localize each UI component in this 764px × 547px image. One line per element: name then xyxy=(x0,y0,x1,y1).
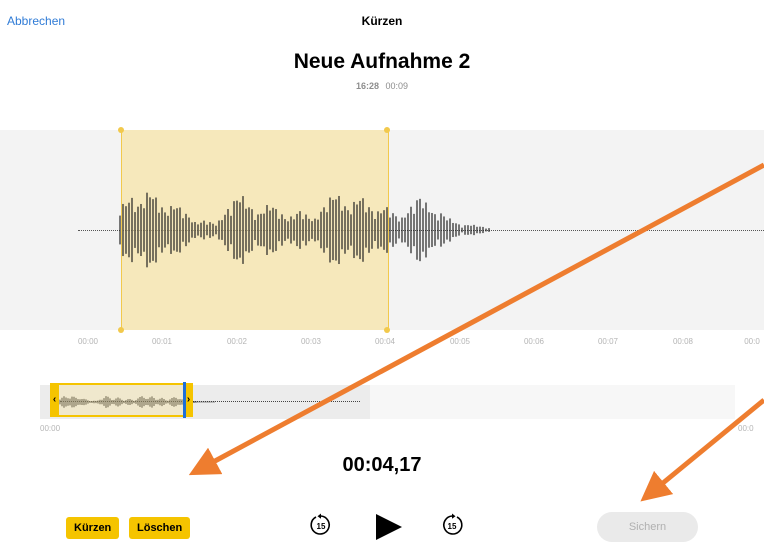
svg-text:15: 15 xyxy=(448,522,457,531)
overview-selection[interactable] xyxy=(50,383,190,417)
timeline-label: 00:03 xyxy=(300,337,322,346)
timeline-label: 00:07 xyxy=(597,337,619,346)
waveform xyxy=(119,192,490,268)
timeline-label: 00:04 xyxy=(374,337,396,346)
timeline-label: 00:00 xyxy=(77,337,99,346)
overview-start-handle[interactable]: ‹ xyxy=(50,383,59,417)
timeline-label: 00:01 xyxy=(151,337,173,346)
timeline-label: 00:0 xyxy=(744,337,760,346)
timeline-label: 00:02 xyxy=(226,337,248,346)
timeline-label: 00:08 xyxy=(672,337,694,346)
chevron-left-icon: ‹ xyxy=(52,394,57,405)
recording-duration: 00:09 xyxy=(385,81,409,91)
skip-forward-15-button[interactable]: 15 xyxy=(440,513,464,542)
overview-start-label: 00:00 xyxy=(40,424,61,433)
skip-back-15-button[interactable]: 15 xyxy=(309,513,333,542)
svg-text:15: 15 xyxy=(317,522,326,531)
play-button[interactable] xyxy=(372,512,404,547)
timeline-label: 00:06 xyxy=(523,337,545,346)
timeline: 00:00 00:01 00:02 00:03 00:04 00:05 00:0… xyxy=(0,337,764,349)
save-button[interactable]: Sichern xyxy=(597,512,698,542)
overview-end-label: 00:0 xyxy=(738,424,754,433)
skip-forward-icon: 15 xyxy=(443,513,463,535)
recording-meta: 16:28 00:09 xyxy=(0,81,764,91)
recording-time: 16:28 xyxy=(355,81,379,91)
skip-back-icon: 15 xyxy=(310,513,330,535)
play-icon xyxy=(376,514,402,540)
recording-title: Neue Aufnahme 2 xyxy=(293,50,471,73)
timeline-label: 00:05 xyxy=(449,337,471,346)
trim-button[interactable]: Kürzen xyxy=(66,517,120,539)
playback-position: 00:04,17 xyxy=(342,454,422,476)
delete-button[interactable]: Löschen xyxy=(129,517,191,539)
overview-playhead[interactable] xyxy=(183,382,186,418)
nav-title: Kürzen xyxy=(361,14,403,28)
